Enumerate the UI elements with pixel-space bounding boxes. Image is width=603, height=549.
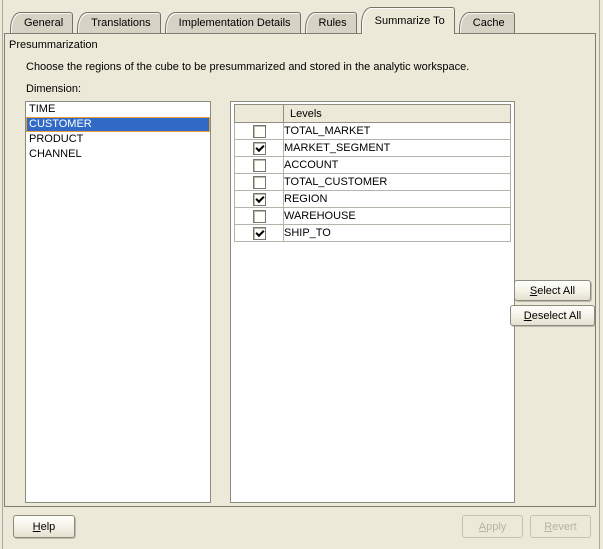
tab-general[interactable]: General — [10, 12, 73, 33]
deselect-all-label: Deselect All — [524, 310, 581, 322]
help-label: Help — [33, 521, 56, 533]
level-checkbox-market-segment[interactable] — [253, 142, 266, 155]
level-checkbox-cell[interactable] — [235, 208, 284, 225]
help-button[interactable]: Help — [13, 515, 75, 538]
level-checkbox-cell[interactable] — [235, 123, 284, 140]
table-row: ACCOUNT — [235, 157, 511, 174]
level-checkbox-region[interactable] — [253, 193, 266, 206]
table-row: TOTAL_MARKET — [235, 123, 511, 140]
tab-bar: General Translations Implementation Deta… — [10, 7, 519, 34]
revert-label: Revert — [544, 521, 576, 533]
level-label-cell[interactable]: ACCOUNT — [284, 157, 511, 174]
level-checkbox-cell[interactable] — [235, 174, 284, 191]
level-label-cell[interactable]: SHIP_TO — [284, 225, 511, 242]
level-checkbox-account[interactable] — [253, 159, 266, 172]
dimension-label: Dimension: — [26, 83, 81, 95]
levels-column-header: Levels — [284, 105, 511, 123]
dimension-item-product[interactable]: PRODUCT — [26, 132, 210, 147]
level-checkbox-cell[interactable] — [235, 191, 284, 208]
select-all-button[interactable]: Select All — [514, 280, 591, 301]
level-checkbox-cell[interactable] — [235, 225, 284, 242]
levels-table: Levels TOTAL_MARKET MARKET_SEGMENT ACCOU… — [234, 104, 511, 242]
apply-button[interactable]: Apply — [462, 515, 523, 538]
select-all-label: Select All — [530, 285, 575, 297]
apply-label: Apply — [479, 521, 507, 533]
tab-implementation-details[interactable]: Implementation Details — [165, 12, 301, 33]
presummarization-title: Presummarization — [9, 39, 98, 51]
revert-button[interactable]: Revert — [530, 515, 591, 538]
tab-cache[interactable]: Cache — [459, 12, 515, 33]
level-checkbox-cell[interactable] — [235, 140, 284, 157]
table-row: TOTAL_CUSTOMER — [235, 174, 511, 191]
level-checkbox-total-market[interactable] — [253, 125, 266, 138]
summarize-to-panel: Presummarization Choose the regions of t… — [4, 33, 596, 507]
instruction-text: Choose the regions of the cube to be pre… — [26, 61, 469, 73]
tab-summarize-to[interactable]: Summarize To — [361, 7, 455, 34]
table-row: MARKET_SEGMENT — [235, 140, 511, 157]
level-label-cell[interactable]: REGION — [284, 191, 511, 208]
table-row: REGION — [235, 191, 511, 208]
level-checkbox-cell[interactable] — [235, 157, 284, 174]
dimension-item-time[interactable]: TIME — [26, 102, 210, 117]
tab-translations[interactable]: Translations — [77, 12, 161, 33]
levels-header-row: Levels — [235, 105, 511, 123]
dimension-list[interactable]: TIME CUSTOMER PRODUCT CHANNEL — [25, 101, 211, 503]
level-label-cell[interactable]: TOTAL_MARKET — [284, 123, 511, 140]
level-label-cell[interactable]: MARKET_SEGMENT — [284, 140, 511, 157]
checkbox-column-header — [235, 105, 284, 123]
dimension-item-customer[interactable]: CUSTOMER — [26, 117, 210, 132]
level-label-cell[interactable]: WAREHOUSE — [284, 208, 511, 225]
window-frame-right — [599, 0, 600, 549]
window-frame-left — [2, 0, 3, 549]
level-checkbox-total-customer[interactable] — [253, 176, 266, 189]
deselect-all-button[interactable]: Deselect All — [510, 305, 595, 326]
levels-table-panel: Levels TOTAL_MARKET MARKET_SEGMENT ACCOU… — [230, 101, 515, 503]
level-checkbox-ship-to[interactable] — [253, 227, 266, 240]
table-row: WAREHOUSE — [235, 208, 511, 225]
summarize-to-dialog: { "tabs": [ {"label": "General", "active… — [0, 0, 603, 549]
dimension-item-channel[interactable]: CHANNEL — [26, 147, 210, 162]
tab-rules[interactable]: Rules — [305, 12, 357, 33]
table-row: SHIP_TO — [235, 225, 511, 242]
level-label-cell[interactable]: TOTAL_CUSTOMER — [284, 174, 511, 191]
level-checkbox-warehouse[interactable] — [253, 210, 266, 223]
